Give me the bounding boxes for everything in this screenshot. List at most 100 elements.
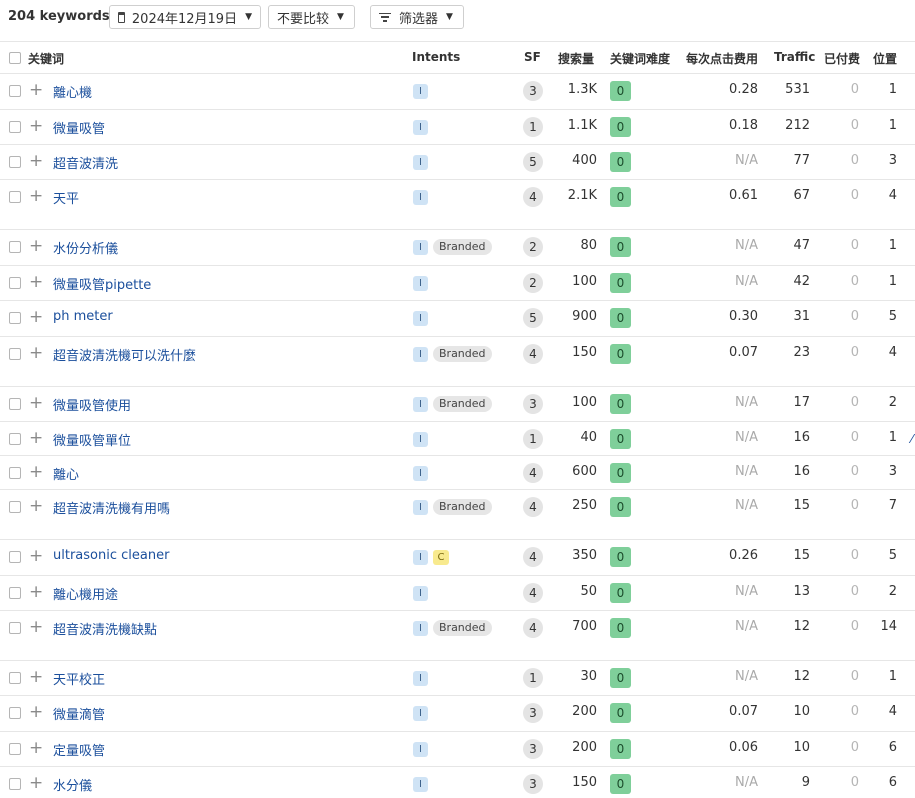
table-row[interactable]: + 超音波清洗機缺點 I Branded 4 700 0 N/A 12 0 14: [0, 611, 915, 661]
add-keyword-icon[interactable]: +: [29, 309, 43, 326]
serp-features-count[interactable]: 4: [523, 344, 543, 364]
table-row[interactable]: + 微量吸管 I 1 1.1K 0 0.18 212 0 1: [0, 110, 915, 145]
row-checkbox[interactable]: [9, 348, 21, 360]
table-row[interactable]: + 離心 I 4 600 0 N/A 16 0 3: [0, 456, 915, 490]
column-keyword[interactable]: 关键词: [28, 50, 64, 67]
table-row[interactable]: + ph meter I 5 900 0 0.30 31 0 5: [0, 301, 915, 337]
table-row[interactable]: + 天平校正 I 1 30 0 N/A 12 0 1: [0, 661, 915, 696]
add-keyword-icon[interactable]: +: [29, 345, 43, 362]
keyword-link[interactable]: 離心機: [53, 82, 92, 101]
position-value[interactable]: 1: [889, 118, 897, 133]
position-value[interactable]: 1: [889, 669, 897, 684]
row-checkbox[interactable]: [9, 501, 21, 513]
column-sf[interactable]: SF: [524, 50, 541, 64]
position-value[interactable]: 6: [889, 775, 897, 790]
serp-features-count[interactable]: 4: [523, 463, 543, 483]
add-keyword-icon[interactable]: +: [29, 82, 43, 99]
table-row[interactable]: + 超音波清洗機可以洗什麼 I Branded 4 150 0 0.07 23 0 4: [0, 337, 915, 387]
column-position[interactable]: 位置: [873, 50, 897, 67]
table-row[interactable]: + 離心機 I 3 1.3K 0 0.28 531 0 1: [0, 74, 915, 110]
position-value[interactable]: 1: [889, 274, 897, 289]
position-value[interactable]: 2: [889, 584, 897, 599]
serp-features-count[interactable]: 2: [523, 273, 543, 293]
serp-features-count[interactable]: 4: [523, 583, 543, 603]
column-volume[interactable]: 搜索量: [558, 50, 594, 67]
position-value[interactable]: 3: [889, 153, 897, 168]
row-checkbox[interactable]: [9, 433, 21, 445]
keyword-link[interactable]: 水分儀: [53, 775, 92, 794]
serp-features-count[interactable]: 3: [523, 703, 543, 723]
table-row[interactable]: + 超音波清洗機有用嗎 I Branded 4 250 0 N/A 15 0 7: [0, 490, 915, 540]
column-cpc[interactable]: 每次点击费用: [686, 50, 758, 67]
table-row[interactable]: + 離心機用途 I 4 50 0 N/A 13 0 2: [0, 576, 915, 611]
add-keyword-icon[interactable]: +: [29, 274, 43, 291]
serp-features-count[interactable]: 3: [523, 81, 543, 101]
row-checkbox[interactable]: [9, 778, 21, 790]
keyword-link[interactable]: 離心: [53, 464, 79, 483]
table-row[interactable]: + 定量吸管 I 3 200 0 0.06 10 0 6: [0, 732, 915, 767]
row-checkbox[interactable]: [9, 551, 21, 563]
row-checkbox[interactable]: [9, 398, 21, 410]
serp-features-count[interactable]: 2: [523, 237, 543, 257]
position-value[interactable]: 3: [889, 464, 897, 479]
serp-features-count[interactable]: 4: [523, 618, 543, 638]
add-keyword-icon[interactable]: +: [29, 704, 43, 721]
add-keyword-icon[interactable]: +: [29, 775, 43, 792]
serp-features-count[interactable]: 5: [523, 308, 543, 328]
row-checkbox[interactable]: [9, 622, 21, 634]
keyword-link[interactable]: ultrasonic cleaner: [53, 548, 169, 563]
add-keyword-icon[interactable]: +: [29, 669, 43, 686]
keyword-link[interactable]: 超音波清洗機有用嗎: [53, 498, 170, 517]
keyword-link[interactable]: ph meter: [53, 309, 113, 324]
add-keyword-icon[interactable]: +: [29, 395, 43, 412]
row-checkbox[interactable]: [9, 121, 21, 133]
select-all-checkbox[interactable]: [9, 52, 21, 64]
position-value[interactable]: 6: [889, 740, 897, 755]
row-checkbox[interactable]: [9, 85, 21, 97]
row-checkbox[interactable]: [9, 241, 21, 253]
table-row[interactable]: + 微量吸管使用 I Branded 3 100 0 N/A 17 0 2: [0, 387, 915, 422]
compare-dropdown[interactable]: 不要比较 ▼: [268, 5, 355, 29]
add-keyword-icon[interactable]: +: [29, 498, 43, 515]
keyword-link[interactable]: 微量吸管使用: [53, 395, 131, 414]
row-checkbox[interactable]: [9, 467, 21, 479]
row-checkbox[interactable]: [9, 156, 21, 168]
serp-features-count[interactable]: 4: [523, 497, 543, 517]
position-value[interactable]: 7: [889, 498, 897, 513]
add-keyword-icon[interactable]: +: [29, 740, 43, 757]
position-value[interactable]: 1: [889, 430, 897, 445]
serp-features-count[interactable]: 1: [523, 668, 543, 688]
keyword-link[interactable]: 天平: [53, 188, 79, 207]
keyword-link[interactable]: 定量吸管: [53, 740, 105, 759]
date-picker-button[interactable]: 2024年12月19日 ▼: [109, 5, 261, 29]
add-keyword-icon[interactable]: +: [29, 464, 43, 481]
add-keyword-icon[interactable]: +: [29, 238, 43, 255]
position-value[interactable]: 1: [889, 82, 897, 97]
add-keyword-icon[interactable]: +: [29, 548, 43, 565]
table-row[interactable]: + ultrasonic cleaner I C 4 350 0 0.26 15 0 5: [0, 540, 915, 576]
serp-features-count[interactable]: 4: [523, 547, 543, 567]
add-keyword-icon[interactable]: +: [29, 118, 43, 135]
filter-button[interactable]: 筛选器 ▼: [370, 5, 464, 29]
position-value[interactable]: 4: [889, 188, 897, 203]
column-traffic[interactable]: Traffic: [774, 50, 815, 64]
position-value[interactable]: 4: [889, 704, 897, 719]
position-value[interactable]: 5: [889, 309, 897, 324]
keyword-link[interactable]: 超音波清洗機缺點: [53, 619, 157, 638]
keyword-link[interactable]: 天平校正: [53, 669, 105, 688]
position-value[interactable]: 1: [889, 238, 897, 253]
position-value[interactable]: 2: [889, 395, 897, 410]
row-checkbox[interactable]: [9, 672, 21, 684]
keyword-link[interactable]: 微量吸管pipette: [53, 274, 151, 293]
serp-features-count[interactable]: 1: [523, 117, 543, 137]
table-row[interactable]: + 天平 I 4 2.1K 0 0.61 67 0 4: [0, 180, 915, 230]
add-keyword-icon[interactable]: +: [29, 153, 43, 170]
keyword-link[interactable]: 水份分析儀: [53, 238, 118, 257]
keyword-link[interactable]: 微量吸管: [53, 118, 105, 137]
keyword-link[interactable]: 超音波清洗機可以洗什麼: [53, 345, 196, 364]
serp-features-count[interactable]: 3: [523, 739, 543, 759]
column-intents[interactable]: Intents: [412, 50, 460, 64]
keyword-link[interactable]: 微量吸管單位: [53, 430, 131, 449]
row-checkbox[interactable]: [9, 707, 21, 719]
table-row[interactable]: + 水份分析儀 I Branded 2 80 0 N/A 47 0 1: [0, 230, 915, 266]
